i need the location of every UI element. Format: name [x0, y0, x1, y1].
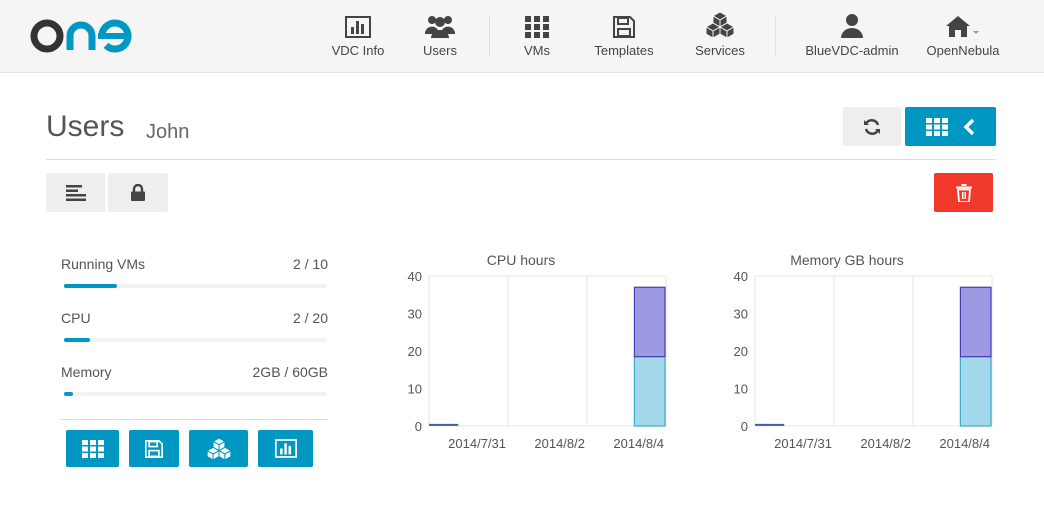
align-left-icon	[65, 184, 86, 201]
trash-icon	[955, 183, 972, 202]
y-tick-label: 30	[734, 307, 748, 322]
y-tick-label: 30	[408, 307, 422, 322]
quota-bar-fill	[64, 392, 73, 396]
quota-bar-cpu	[64, 338, 327, 342]
nav-vdc-info[interactable]: VDC Info	[330, 12, 386, 64]
back-to-list-button[interactable]	[905, 107, 996, 146]
bar-chart-icon	[274, 439, 297, 458]
bar	[959, 286, 992, 358]
save-icon	[613, 16, 635, 38]
tab-change-password[interactable]	[108, 173, 168, 212]
y-tick-label: 40	[734, 269, 748, 284]
x-tick-label: 2014/7/31	[774, 436, 832, 451]
quota-value: 2 / 10	[292, 256, 328, 272]
refresh-button[interactable]	[843, 107, 901, 146]
page-subtitle: John	[146, 121, 190, 143]
y-tick-label: 40	[408, 269, 422, 284]
users-icon	[425, 16, 455, 38]
quota-label: CPU	[61, 310, 91, 326]
quota-bar-memory	[64, 392, 327, 396]
nav-label: BlueVDC-admin	[805, 43, 899, 58]
quota-bar-running-vms	[64, 284, 327, 288]
nav-user-menu[interactable]: BlueVDC-admin	[804, 12, 900, 64]
nav-divider	[775, 16, 776, 56]
x-tick-label: 2014/8/2	[534, 436, 585, 451]
nav-templates[interactable]: Templates	[590, 12, 658, 64]
nav-zone-menu[interactable]: OpenNebula	[924, 12, 1002, 64]
home-icon	[946, 16, 979, 37]
nav-vms[interactable]: VMs	[518, 12, 556, 64]
quota-vms-button[interactable]	[66, 430, 119, 467]
y-tick-label: 10	[408, 382, 422, 397]
quota-templates-button[interactable]	[129, 430, 179, 467]
header-divider	[46, 159, 996, 160]
nav-label: Services	[695, 43, 745, 58]
y-tick-label: 0	[415, 419, 422, 434]
refresh-icon	[864, 118, 880, 135]
nav-divider	[489, 16, 490, 56]
nav-label: Users	[423, 43, 457, 58]
nav-label: VMs	[524, 43, 550, 58]
memory-gb-hours-chart: 0 10 20 30 40 2014/7/31 2014/8/2 2014/8/4	[734, 269, 993, 451]
top-navbar: VDC Info Users VMs Templates Services Bl…	[0, 0, 1044, 73]
user-icon	[841, 14, 863, 38]
grid-icon	[525, 16, 549, 38]
bar	[633, 356, 666, 427]
bar-chart-icon	[345, 16, 371, 38]
quota-label: Running VMs	[61, 256, 146, 272]
x-tick-label: 2014/7/31	[448, 436, 506, 451]
quota-value: 2GB / 60GB	[252, 364, 328, 380]
quota-label: Memory	[61, 364, 112, 380]
chevron-left-icon	[963, 118, 974, 135]
cubes-icon	[705, 12, 735, 38]
quota-bar-fill	[64, 284, 117, 288]
quota-bar-fill	[64, 338, 91, 342]
x-tick-label: 2014/8/4	[613, 436, 664, 451]
delete-button[interactable]	[934, 173, 993, 212]
y-tick-label: 20	[408, 344, 422, 359]
nav-label: VDC Info	[331, 43, 385, 58]
x-tick-label: 2014/8/2	[860, 436, 911, 451]
nav-users[interactable]: Users	[418, 12, 462, 64]
y-tick-label: 0	[741, 419, 748, 434]
save-icon	[145, 439, 163, 458]
grid-icon	[81, 439, 104, 458]
nav-label: OpenNebula	[926, 43, 1000, 58]
bar	[959, 356, 992, 427]
quota-accounting-button[interactable]	[258, 430, 313, 467]
cpu-hours-chart: 0 10 20 30 40 2014/7/31 2014/8/2 2014/8/4	[408, 269, 667, 451]
nav-label: Templates	[594, 43, 654, 58]
quota-value: 2 / 20	[292, 310, 328, 326]
y-tick-label: 20	[734, 344, 748, 359]
page-title: Users	[46, 110, 125, 143]
quota-services-button[interactable]	[189, 430, 248, 467]
lock-icon	[131, 184, 145, 201]
y-tick-label: 10	[734, 382, 748, 397]
nav-services[interactable]: Services	[692, 12, 748, 64]
x-tick-label: 2014/8/4	[939, 436, 990, 451]
opennebula-logo[interactable]	[30, 12, 150, 60]
cubes-icon	[205, 437, 232, 460]
bar	[633, 286, 666, 358]
tab-info[interactable]	[46, 173, 105, 212]
grid-icon	[925, 117, 948, 136]
quota-divider	[61, 419, 328, 420]
